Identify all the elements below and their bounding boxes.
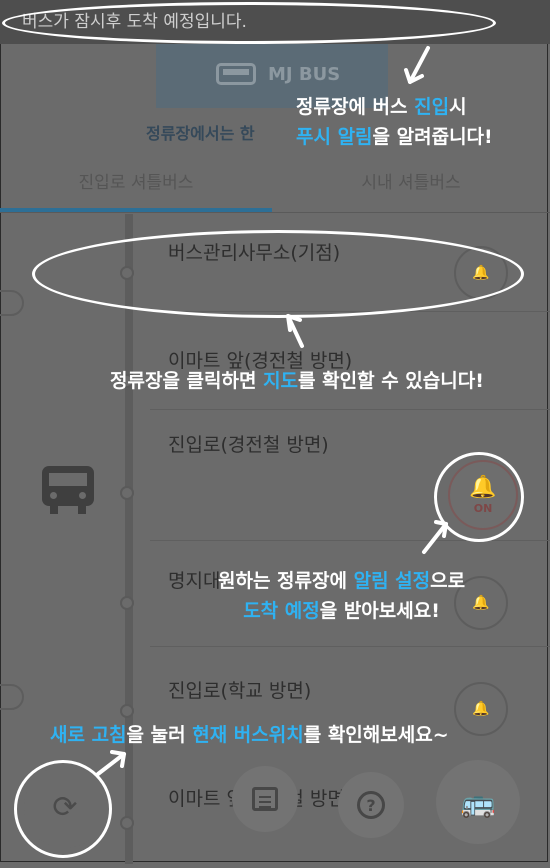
tip-push-notification: 정류장에 버스 진입시 푸시 알림을 알려줍니다! (296, 96, 493, 148)
arrow-to-refresh (96, 752, 126, 776)
tip-map: 정류장을 클릭하면 지도를 확인할 수 있습니다! (110, 370, 484, 392)
arrow-to-alarm (422, 522, 448, 554)
tip-refresh: 새로 고침을 눌러 현재 버스위치를 확인해보세요~ (50, 724, 449, 746)
tip-alarm-setting: 원하는 정류장에 알림 설정으로 도착 예정을 받아보세요! (218, 570, 466, 622)
